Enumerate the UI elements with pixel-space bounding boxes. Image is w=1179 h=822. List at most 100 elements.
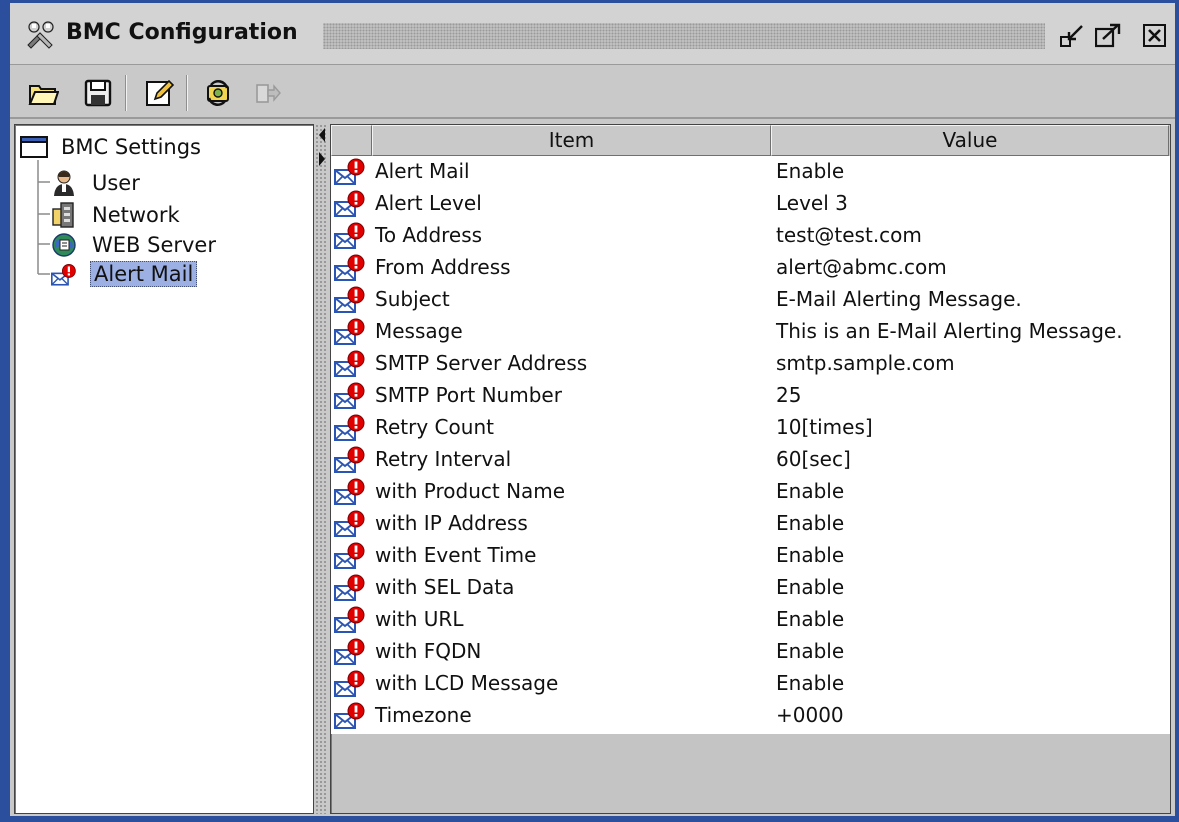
alert-mail-icon bbox=[334, 222, 365, 249]
folder-icon bbox=[20, 136, 48, 158]
tree-item-label: WEB Server bbox=[92, 233, 216, 257]
alert-mail-icon bbox=[334, 638, 365, 665]
tree-item-label: User bbox=[92, 171, 140, 195]
settings-table: Item Value Alert Mail Enable Alert Level Le… bbox=[330, 124, 1171, 814]
row-item: Alert Mail bbox=[375, 159, 470, 183]
row-item: with URL bbox=[375, 607, 464, 631]
row-value: Enable bbox=[776, 511, 845, 535]
row-value: test@test.com bbox=[776, 223, 922, 247]
alert-mail-icon bbox=[334, 542, 365, 569]
bmc-configuration-window: BMC Configuration BMC Settings User Netw… bbox=[0, 0, 1179, 822]
alert-mail-icon bbox=[334, 702, 365, 729]
alert-mail-icon bbox=[334, 574, 365, 601]
row-item: Timezone bbox=[375, 703, 472, 727]
row-value: Enable bbox=[776, 607, 845, 631]
folder-open-icon[interactable] bbox=[27, 77, 59, 109]
row-item: with Product Name bbox=[375, 479, 566, 503]
row-value: Enable bbox=[776, 639, 845, 663]
table-body: Alert Mail Enable Alert Level Level 3 To Add… bbox=[331, 156, 1170, 734]
toolbar bbox=[10, 65, 1175, 119]
table-row[interactable]: Message This is an E-Mail Alerting Messag… bbox=[331, 316, 1170, 348]
table-row[interactable]: with IP Address Enable bbox=[331, 508, 1170, 540]
table-row[interactable]: Subject E-Mail Alerting Message. bbox=[331, 284, 1170, 316]
row-value: 60[sec] bbox=[776, 447, 851, 471]
row-value: E-Mail Alerting Message. bbox=[776, 287, 1022, 311]
column-header-icon[interactable] bbox=[331, 125, 372, 156]
row-value: smtp.sample.com bbox=[776, 351, 955, 375]
row-item: with Event Time bbox=[375, 543, 537, 567]
tools-icon bbox=[27, 21, 54, 49]
table-row[interactable]: with URL Enable bbox=[331, 604, 1170, 636]
alert-mail-icon bbox=[334, 510, 365, 537]
row-value: Enable bbox=[776, 159, 845, 183]
toolbar-separator bbox=[186, 75, 188, 111]
row-value: 25 bbox=[776, 383, 802, 407]
column-header-item[interactable]: Item bbox=[372, 125, 771, 156]
row-item: Message bbox=[375, 319, 463, 343]
table-row[interactable]: To Address test@test.com bbox=[331, 220, 1170, 252]
table-row[interactable]: Alert Mail Enable bbox=[331, 156, 1170, 188]
alert-mail-icon bbox=[334, 158, 365, 185]
title-bar[interactable]: BMC Configuration bbox=[10, 3, 1175, 65]
panel-splitter[interactable] bbox=[316, 124, 328, 814]
maximize-icon[interactable] bbox=[1095, 23, 1121, 49]
row-item: with IP Address bbox=[375, 511, 528, 535]
row-value: This is an E-Mail Alerting Message. bbox=[776, 319, 1123, 343]
refresh-icon[interactable] bbox=[202, 77, 234, 109]
alert-mail-icon bbox=[334, 190, 365, 217]
tree-item-label: Alert Mail bbox=[90, 261, 198, 287]
title-drag-area[interactable] bbox=[323, 23, 1045, 49]
table-row[interactable]: with Product Name Enable bbox=[331, 476, 1170, 508]
window-title: BMC Configuration bbox=[66, 20, 298, 45]
row-value: Enable bbox=[776, 479, 845, 503]
save-icon[interactable] bbox=[82, 77, 114, 109]
alert-mail-icon bbox=[334, 478, 365, 505]
row-value: 10[times] bbox=[776, 415, 873, 439]
table-row[interactable]: with FQDN Enable bbox=[331, 636, 1170, 668]
expand-right-icon[interactable] bbox=[319, 152, 325, 166]
row-value: +0000 bbox=[776, 703, 844, 727]
exit-icon bbox=[256, 84, 281, 103]
table-row[interactable]: Retry Count 10[times] bbox=[331, 412, 1170, 444]
table-row[interactable]: Timezone +0000 bbox=[331, 700, 1170, 732]
row-item: SMTP Port Number bbox=[375, 383, 562, 407]
edit-icon[interactable] bbox=[143, 77, 175, 109]
table-row[interactable]: From Address alert@abmc.com bbox=[331, 252, 1170, 284]
row-item: Subject bbox=[375, 287, 450, 311]
toolbar-separator bbox=[125, 75, 127, 111]
alert-mail-icon bbox=[334, 670, 365, 697]
user-icon bbox=[54, 170, 74, 196]
row-item: To Address bbox=[375, 223, 483, 247]
alert-mail-icon bbox=[334, 606, 365, 633]
close-icon[interactable] bbox=[1142, 23, 1168, 49]
alert-mail-icon bbox=[334, 286, 365, 313]
alert-mail-icon bbox=[334, 350, 365, 377]
settings-tree: BMC Settings User Network WEB Server Ale… bbox=[14, 124, 314, 814]
row-item: Alert Level bbox=[375, 191, 482, 215]
row-item: with SEL Data bbox=[375, 575, 515, 599]
network-icon bbox=[52, 202, 74, 228]
table-row[interactable]: Retry Interval 60[sec] bbox=[331, 444, 1170, 476]
column-header-value[interactable]: Value bbox=[771, 125, 1169, 156]
row-item: Retry Count bbox=[375, 415, 494, 439]
row-value: Level 3 bbox=[776, 191, 848, 215]
table-row[interactable]: Alert Level Level 3 bbox=[331, 188, 1170, 220]
alert-mail-icon bbox=[334, 318, 365, 345]
tree-root-label: BMC Settings bbox=[61, 135, 201, 159]
tree-item-label: Network bbox=[92, 203, 180, 227]
table-row[interactable]: with LCD Message Enable bbox=[331, 668, 1170, 700]
alert-mail-icon bbox=[51, 264, 76, 286]
row-item: From Address bbox=[375, 255, 511, 279]
table-row[interactable]: with SEL Data Enable bbox=[331, 572, 1170, 604]
row-value: Enable bbox=[776, 671, 845, 695]
table-row[interactable]: SMTP Server Address smtp.sample.com bbox=[331, 348, 1170, 380]
alert-mail-icon bbox=[334, 254, 365, 281]
table-row[interactable]: SMTP Port Number 25 bbox=[331, 380, 1170, 412]
row-value: alert@abmc.com bbox=[776, 255, 947, 279]
table-row[interactable]: with Event Time Enable bbox=[331, 540, 1170, 572]
alert-mail-icon bbox=[334, 414, 365, 441]
row-value: Enable bbox=[776, 543, 845, 567]
row-item: with LCD Message bbox=[375, 671, 559, 695]
minimize-icon[interactable] bbox=[1060, 23, 1086, 49]
collapse-left-icon[interactable] bbox=[319, 128, 325, 142]
